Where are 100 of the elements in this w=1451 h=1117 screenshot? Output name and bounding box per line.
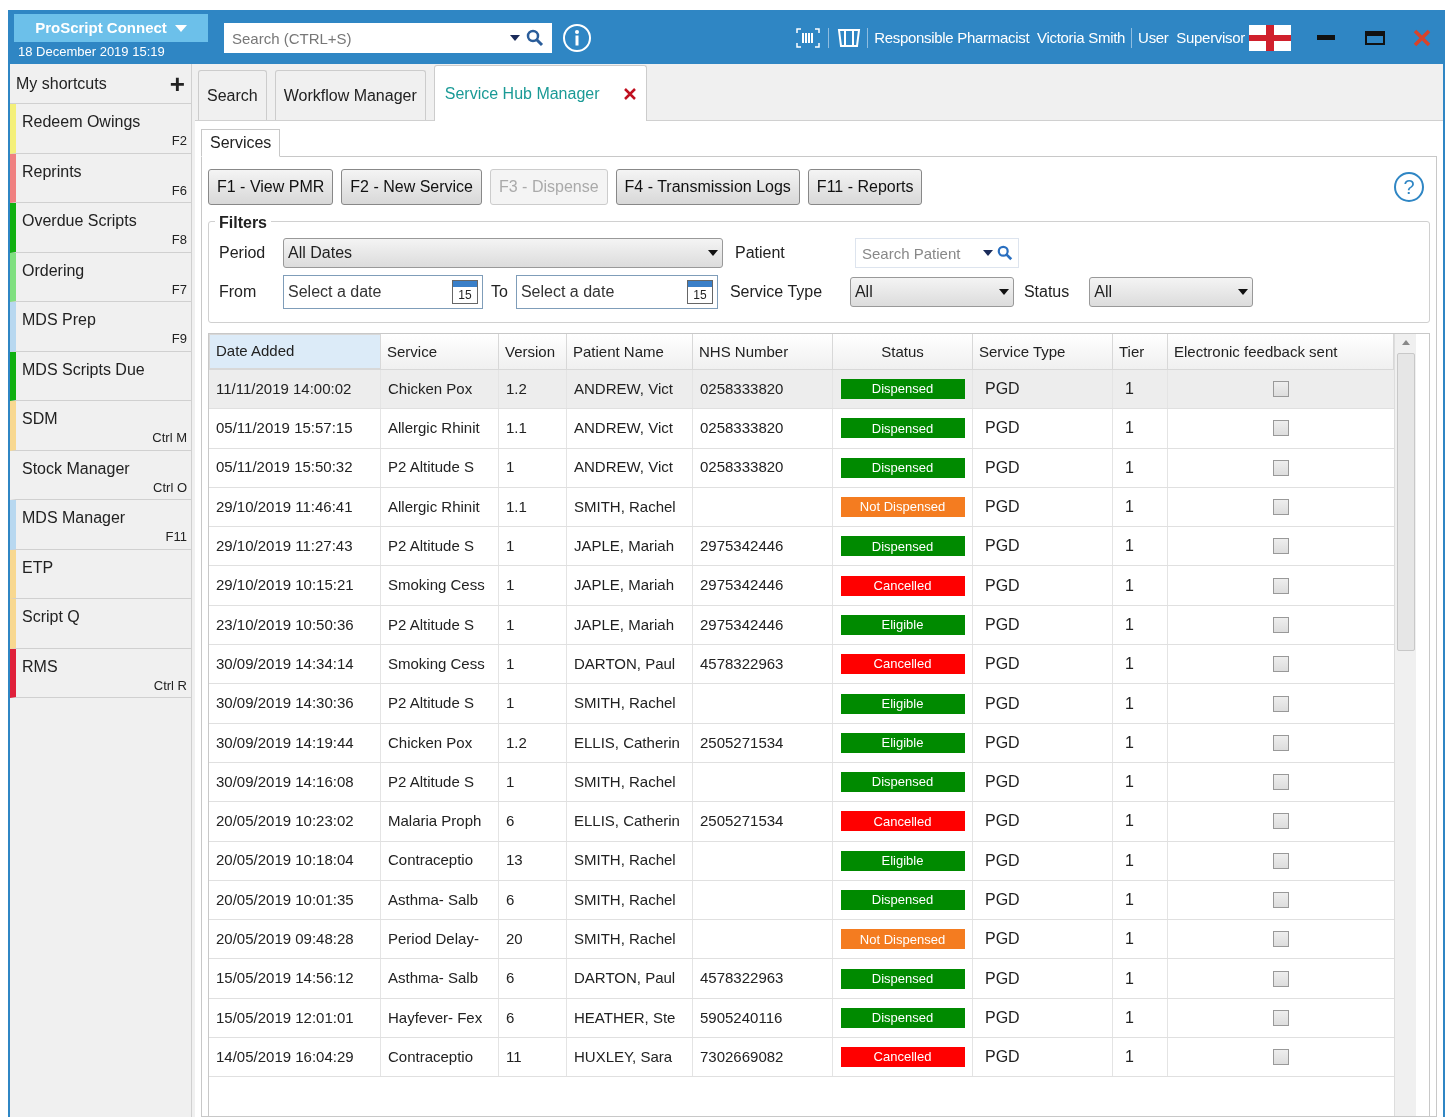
table-cell-text: 1 [506, 536, 515, 557]
scrollbar-thumb[interactable] [1396, 353, 1415, 651]
shortcut-label: Stock Manager [22, 458, 130, 479]
help-button[interactable]: ? [1394, 172, 1424, 202]
dropdown-icon [1238, 289, 1249, 295]
checkbox[interactable] [1273, 931, 1289, 948]
checkbox[interactable] [1273, 695, 1289, 712]
patient-label: Patient [735, 243, 786, 263]
column-header[interactable]: Patient Name [567, 334, 693, 369]
table-row[interactable]: 05/11/2019 15:50:32 P2 Altitude S 1 ANDREW, Vict 0258333820 Dispensed PGD 1 [209, 448, 1394, 488]
table-row[interactable]: 29/10/2019 11:27:43 P2 Altitude S 1 JAPLE, Mariah 2975342446 Dispensed PGD 1 [209, 527, 1394, 567]
table-cell-text: PGD [985, 850, 1020, 871]
checkbox[interactable] [1273, 892, 1289, 908]
table-cell-text: JAPLE, Mariah [574, 614, 675, 635]
toolbar-button[interactable]: F1 - View PMR [208, 169, 334, 205]
checkbox[interactable] [1273, 813, 1289, 830]
table-cell-text: 20/05/2019 10:18:04 [216, 850, 354, 871]
checkbox[interactable] [1273, 420, 1289, 437]
table-row[interactable]: 20/05/2019 10:01:35 Asthma- Salb 6 SMITH, Rachel Dispensed PGD 1 [209, 880, 1394, 921]
checkbox[interactable] [1273, 538, 1289, 555]
period-dropdown[interactable]: All Dates [283, 238, 723, 268]
services-tab[interactable]: Services [201, 129, 281, 157]
period-label: Period [219, 243, 267, 263]
table-cell-text: P2 Altitude S [388, 693, 474, 714]
close-tab-icon[interactable] [623, 87, 636, 100]
checkbox[interactable] [1273, 381, 1289, 398]
tab[interactable]: Workflow Manager [274, 70, 426, 120]
maximize-icon[interactable] [1365, 31, 1385, 45]
table-row[interactable]: 29/10/2019 10:15:21 Smoking Cess 1 JAPLE, Mariah 2975342446 Cancelled PGD 1 [209, 566, 1394, 606]
column-header[interactable]: Service [381, 334, 499, 369]
table-cell-text: ANDREW, Vict [574, 457, 673, 478]
card-reader-icon[interactable] [837, 28, 862, 48]
checkbox[interactable] [1273, 1009, 1289, 1026]
checkbox[interactable] [1273, 1049, 1289, 1066]
checkbox[interactable] [1273, 459, 1289, 476]
table-cell-text: PGD [985, 1047, 1020, 1068]
table-row[interactable]: 20/05/2019 10:18:04 Contraceptio 13 SMITH, Rachel Eligible PGD 1 [209, 841, 1394, 881]
table-row[interactable]: 30/09/2019 14:19:44 Chicken Pox 1.2 ELLIS, Catherin 2505271534 Eligible PGD 1 [209, 723, 1394, 763]
column-header[interactable]: Version [499, 334, 567, 369]
table-row[interactable]: 30/09/2019 14:16:08 P2 Altitude S 1 SMITH, Rachel Dispensed PGD 1 [209, 762, 1394, 803]
table-cell-text: PGD [985, 772, 1020, 793]
table-row[interactable]: 14/05/2019 16:04:29 Contraceptio 11 HUXLEY, Sara 7302669082 Cancelled PGD 1 [209, 1038, 1394, 1078]
search-field[interactable]: Search (CTRL+S) [224, 23, 552, 53]
tab[interactable]: Service Hub Manager [433, 65, 647, 121]
patient-search-field[interactable]: Search Patient [855, 238, 1019, 268]
from-date-field[interactable]: Select a date 15 [283, 275, 483, 309]
tab[interactable]: Search [198, 70, 267, 120]
column-header[interactable]: Tier [1113, 334, 1168, 369]
toolbar-button[interactable]: F2 - New Service [341, 169, 482, 205]
column-header[interactable]: Status [833, 334, 973, 369]
table-row[interactable]: 30/09/2019 14:34:14 Smoking Cess 1 DARTON, Paul 4578322963 Cancelled PGD 1 [209, 645, 1394, 685]
add-shortcut-button[interactable]: + [169, 70, 185, 97]
table-cell-text: 1 [1125, 929, 1134, 950]
table-cell-text: ELLIS, Catherin [574, 732, 680, 753]
service-type-dropdown[interactable]: All [849, 277, 1014, 307]
dropdown-icon[interactable] [510, 35, 520, 41]
search-icon[interactable] [526, 29, 544, 47]
info-icon[interactable] [562, 23, 592, 53]
checkbox[interactable] [1273, 616, 1289, 633]
calendar-icon[interactable]: 15 [686, 280, 713, 304]
dropdown-icon[interactable] [983, 250, 993, 256]
table-cell-text: 20/05/2019 09:48:28 [216, 929, 354, 950]
checkbox[interactable] [1273, 852, 1289, 869]
table-row[interactable]: 23/10/2019 10:50:36 P2 Altitude S 1 JAPLE, Mariah 2975342446 Eligible PGD 1 [209, 605, 1394, 646]
checkbox[interactable] [1273, 577, 1289, 594]
checkbox[interactable] [1273, 774, 1289, 791]
table-cell-text: 6 [506, 889, 515, 910]
column-header[interactable]: NHS Number [693, 334, 833, 369]
table-row[interactable]: 15/05/2019 14:56:12 Asthma- Salb 6 DARTON, Paul 4578322963 Dispensed PGD 1 [209, 959, 1394, 999]
checkbox[interactable] [1273, 970, 1289, 987]
calendar-icon[interactable]: 15 [452, 280, 478, 304]
table-row[interactable]: 20/05/2019 10:23:02 Malaria Proph 6 ELLIS, Catherin 2505271534 Cancelled PGD 1 [209, 802, 1394, 842]
checkbox[interactable] [1273, 499, 1289, 516]
table-row[interactable]: 05/11/2019 15:57:15 Allergic Rhinit 1.1 ANDREW, Vict 0258333820 Dispensed PGD 1 [209, 409, 1394, 449]
table-row[interactable]: 15/05/2019 12:01:01 Hayfever- Fex 6 HEATHER, Ste 5905240116 Dispensed PGD 1 [209, 998, 1394, 1039]
column-header[interactable]: Service Type [973, 334, 1113, 369]
table-row[interactable]: 11/11/2019 14:00:02 Chicken Pox 1.2 ANDREW, Vict 0258333820 Dispensed PGD 1 [209, 370, 1394, 410]
checkbox[interactable] [1273, 656, 1289, 673]
barcode-scanner-icon[interactable] [796, 28, 821, 48]
toolbar-button[interactable]: F4 - Transmission Logs [615, 169, 800, 205]
scroll-up-icon[interactable] [1401, 340, 1410, 345]
toolbar-button[interactable]: F11 - Reports [807, 169, 923, 205]
table-cell-text: 4578322963 [700, 653, 784, 674]
checkbox[interactable] [1273, 734, 1289, 751]
table-cell-text: 15/05/2019 12:01:01 [216, 1007, 354, 1028]
search-icon[interactable] [997, 245, 1013, 261]
table-cell-text: 1 [506, 653, 515, 674]
scrollbar[interactable] [1394, 334, 1416, 1116]
table-cell-text: 20 [506, 929, 523, 950]
table-cell-text: 29/10/2019 10:15:21 [216, 575, 354, 596]
to-date-field[interactable]: Select a date 15 [515, 275, 718, 309]
minimize-icon[interactable] [1317, 35, 1335, 41]
table-row[interactable]: 30/09/2019 14:30:36 P2 Altitude S 1 SMITH, Rachel Eligible PGD 1 [209, 684, 1394, 724]
shortcut-label: SDM [22, 409, 58, 429]
table-row[interactable]: 29/10/2019 11:46:41 Allergic Rhinit 1.1 SMITH, Rachel Not Dispensed PGD 1 [209, 487, 1394, 528]
dropdown-icon [708, 250, 718, 256]
status-dropdown[interactable]: All [1089, 277, 1254, 307]
column-header[interactable]: Date Added [209, 334, 381, 369]
table-row[interactable]: 20/05/2019 09:48:28 Period Delay- 20 SMITH, Rachel Not Dispensed PGD 1 [209, 920, 1394, 960]
shortcut-label: Overdue Scripts [22, 211, 137, 231]
